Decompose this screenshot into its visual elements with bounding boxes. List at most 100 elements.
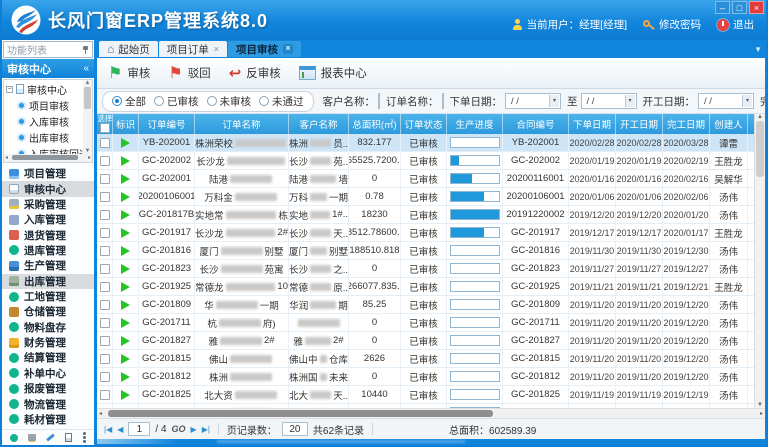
column-header-总面积(㎡)[interactable]: 总面积(㎡) [349,114,401,134]
column-header-订单状态[interactable]: 订单状态 [401,114,447,134]
scroll-left-icon[interactable]: ◂ [5,154,8,161]
tab-close-icon[interactable]: × [283,44,293,54]
row-checkbox[interactable] [100,264,110,274]
column-header-标识[interactable]: 标识 [113,114,139,134]
table-row[interactable]: GC-201925常德龙10常德原..266077.835..已审核GC-201… [97,278,754,296]
tree-item-入库审核回退[interactable]: 入库审核回退 [6,145,83,154]
column-header-合同编号[interactable]: 合同编号 [503,114,569,134]
sidebar-item-退货管理[interactable]: 退货管理 [2,227,94,242]
column-header-订单编号[interactable]: 订单编号 [139,114,195,134]
scrollbar-thumb[interactable] [84,87,91,109]
sidebar-item-结算管理[interactable]: 结算管理 [2,350,94,365]
order-date-from-input[interactable]: / / ▾ [505,93,561,109]
quick-doc-icon[interactable] [65,433,72,442]
table-row[interactable]: GC-201827雅2#雅2#0已审核GC-2018272019/11/2020… [97,332,754,350]
close-button[interactable]: × [749,1,764,14]
radio-已审核[interactable]: 已审核 [154,94,199,109]
sidebar-item-生产管理[interactable]: 生产管理 [2,258,94,273]
sidebar-item-仓储管理[interactable]: 仓储管理 [2,304,94,319]
start-date-input[interactable]: / / ▾ [698,93,754,109]
sidebar-item-物料盘存[interactable]: 物料盘存 [2,320,94,335]
tree-collapse-icon[interactable]: − [6,86,13,93]
first-page-button[interactable]: |◀ [104,425,112,434]
quick-pen-icon[interactable] [46,433,55,441]
sidebar-item-耗材管理[interactable]: 耗材管理 [2,412,94,427]
quick-more-icon[interactable] [83,436,86,439]
calendar-dropdown-icon[interactable]: ▾ [625,95,635,107]
table-row[interactable]: GC-201812株洲株洲国未来0已审核GC-2018122019/11/202… [97,368,754,386]
radio-全部[interactable]: 全部 [112,94,146,109]
tree-item-出库审核[interactable]: 出库审核 [6,129,83,145]
sidebar-item-补单中心[interactable]: 补单中心 [2,366,94,381]
row-checkbox[interactable] [100,210,110,220]
calendar-dropdown-icon[interactable]: ▾ [549,95,559,107]
order-name-input[interactable] [442,93,444,109]
sidebar-item-审核中心[interactable]: 审核中心 [2,181,94,196]
select-all-checkbox[interactable] [100,123,110,133]
toolbar-button-驳回[interactable]: 驳回 [165,61,219,85]
column-header-订单名称[interactable]: 订单名称 [195,114,289,134]
tree-item-项目审核[interactable]: 项目审核 [6,97,83,113]
logout-button[interactable]: 退出 [717,17,754,32]
sidebar-item-入库管理[interactable]: 入库管理 [2,212,94,227]
column-header-生产进度[interactable]: 生产进度 [447,114,503,134]
page-size-input[interactable]: 20 [282,422,308,436]
table-row[interactable]: GC-202002长沙龙长沙苑..65525.7200..已审核GC-20200… [97,152,754,170]
table-row[interactable]: GC-201817B实地常栋实地1#..18230已审核201912200022… [97,206,754,224]
table-row[interactable]: GC-201711杭府)0已审核GC-2017112019/11/202019/… [97,314,754,332]
row-checkbox[interactable] [100,246,110,256]
toolbar-button-报表中心[interactable]: 报表中心 [296,63,376,83]
table-row[interactable]: GC-201815佛山佛山中仓库2626已审核GC-2018152019/11/… [97,350,754,368]
sidebar-item-报废管理[interactable]: 报废管理 [2,381,94,396]
sidebar-item-项目管理[interactable]: 项目管理 [2,166,94,181]
calendar-dropdown-icon[interactable]: ▾ [742,95,752,107]
row-checkbox[interactable] [100,174,110,184]
sidebar-item-工地管理[interactable]: 工地管理 [2,289,94,304]
row-checkbox[interactable] [100,354,110,364]
table-vertical-scrollbar[interactable]: ▲ ▼ [754,114,765,408]
tab-overflow-icon[interactable]: ▼ [754,45,762,54]
table-row[interactable]: GC-201825北大资北大天..10440已审核GC-2018252019/1… [97,386,754,404]
column-header-完工日期[interactable]: 完工日期 [663,114,710,134]
tree-item-入库审核[interactable]: 入库审核 [6,113,83,129]
scrollbar-thumb[interactable] [12,155,78,160]
tree-horizontal-scrollbar[interactable]: ◂ ▸ [4,154,92,162]
sidebar-item-采购管理[interactable]: 采购管理 [2,197,94,212]
tab-项目订单[interactable]: 项目订单× [159,41,227,57]
row-checkbox[interactable] [100,390,110,400]
column-header-创建人[interactable]: 创建人 [710,114,748,134]
scrollbar-thumb[interactable] [108,410,493,417]
column-header-下单日期[interactable]: 下单日期 [569,114,616,134]
tab-起始页[interactable]: ⌂起始页 [99,41,158,57]
toolbar-button-审核[interactable]: 审核 [105,61,159,85]
pin-icon[interactable] [82,45,89,55]
row-checkbox[interactable] [100,372,110,382]
sidebar-item-财务管理[interactable]: 财务管理 [2,335,94,350]
row-checkbox[interactable] [100,228,110,238]
maximize-button[interactable]: □ [732,1,747,14]
table-row[interactable]: GC-201816厦门别墅厦门别墅188510.818已审核GC-2018162… [97,242,754,260]
tab-close-icon[interactable]: × [214,45,219,54]
prev-page-button[interactable]: ◀ [117,425,123,434]
collapse-icon[interactable]: « [83,63,89,74]
column-header-客户名称[interactable]: 客户名称 [289,114,349,134]
row-checkbox[interactable] [100,156,110,166]
quick-dot-icon[interactable] [10,434,18,442]
tree-root[interactable]: − 审核中心 [6,81,83,97]
toolbar-button-反审核[interactable]: 反审核 [226,62,290,84]
function-list-searchbox[interactable]: 功能列表 [3,41,93,58]
radio-未通过[interactable]: 未通过 [259,94,304,109]
sidebar-item-退库管理[interactable]: 退库管理 [2,243,94,258]
sidebar-item-物流管理[interactable]: 物流管理 [2,396,94,411]
row-checkbox[interactable] [100,138,110,148]
table-row[interactable]: GC-202001陆港陆港墙0已审核202001160012020/01/162… [97,170,754,188]
radio-未审核[interactable]: 未审核 [207,94,252,109]
next-page-button[interactable]: ▶ [191,425,197,434]
sidebar-item-出库管理[interactable]: 出库管理 [2,274,94,289]
scroll-right-icon[interactable]: ▸ [760,410,763,417]
page-number-input[interactable]: 1 [128,422,150,436]
order-date-to-input[interactable]: / / ▾ [581,93,637,109]
table-horizontal-scrollbar[interactable]: ◂ ▸ [97,408,765,418]
row-checkbox[interactable] [100,300,110,310]
tree-vertical-scrollbar[interactable]: ▲ ▼ [83,80,92,154]
